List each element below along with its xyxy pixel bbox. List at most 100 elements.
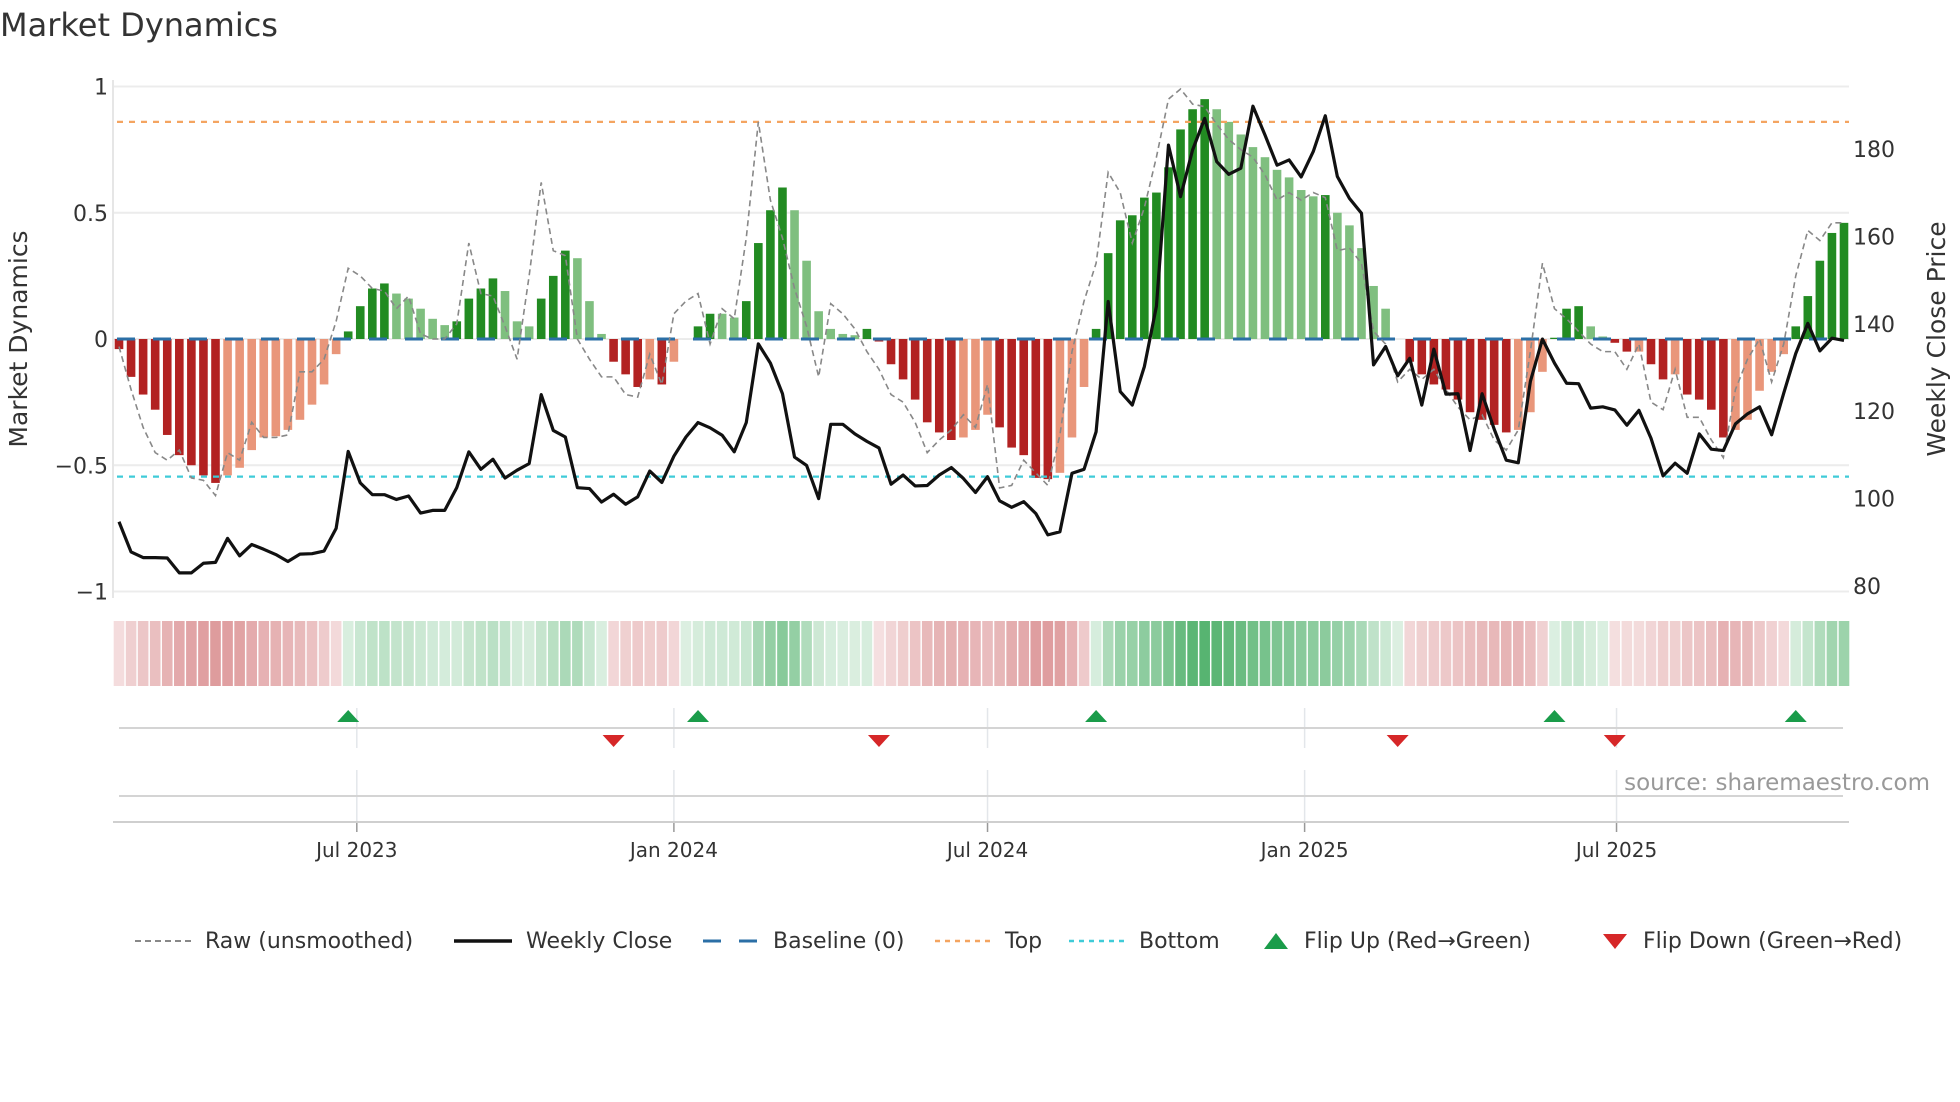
legend-flip-up: Flip Up (Red→Green) [1262, 926, 1531, 956]
heat-strip-cell [1585, 621, 1596, 686]
heat-strip-cell [535, 621, 547, 686]
heat-strip-cell [885, 621, 897, 686]
dynamics-bar [729, 317, 739, 339]
heat-strip-cell [1428, 621, 1440, 686]
dynamics-bar [910, 339, 920, 400]
heat-strip-cell [1814, 621, 1826, 686]
dynamics-bar [1284, 177, 1294, 339]
dynamics-bar [561, 250, 570, 339]
heat-strip-cell [391, 621, 402, 686]
dynamics-bar [380, 283, 389, 339]
dynamics-bar [500, 291, 510, 339]
dynamics-bar [1514, 339, 1523, 430]
flip-down-marker [867, 735, 890, 747]
dynamics-bar [548, 275, 558, 339]
heat-strip-cell [1235, 621, 1247, 686]
dynamics-bar [138, 339, 148, 395]
dynamics-bar [1562, 308, 1571, 339]
heat-strip-cell [1657, 621, 1669, 686]
dynamics-bar [669, 339, 679, 362]
heat-strip-cell [692, 621, 704, 686]
heat-strip-cell [1416, 621, 1428, 686]
heat-strip-cell [584, 621, 595, 686]
heat-strip-cell [946, 621, 957, 686]
dynamics-bar [392, 293, 401, 339]
dashed-gray-line-icon [135, 940, 191, 942]
flip-down-marker [1603, 735, 1626, 747]
dynamics-bar [693, 326, 703, 339]
dynamics-bar [1731, 339, 1740, 430]
heat-strip-cell [849, 621, 861, 686]
dynamics-bar [922, 339, 932, 423]
x-tick-label: Jul 2024 [945, 838, 1028, 862]
gridlines [112, 80, 1849, 822]
heat-strip-cell [1380, 621, 1391, 686]
dotted-orange-line-icon [935, 939, 991, 943]
flip-up-marker [1784, 710, 1807, 722]
heat-strip-cell [813, 621, 824, 686]
x-tick-label: Jan 2024 [628, 838, 718, 862]
heat-strip-cell [1163, 621, 1174, 686]
heat-strip-cell [403, 621, 414, 686]
heat-strip-cell [523, 621, 535, 686]
y2-tick-label: 80 [1853, 575, 1881, 600]
heat-strip-cell [294, 621, 306, 686]
heat-strip-cell [994, 621, 1005, 686]
heat-strip-cell [1730, 621, 1741, 686]
dynamics-bar [1489, 339, 1499, 425]
dynamics-bar [1417, 339, 1427, 375]
heat-strip-cell [330, 621, 342, 686]
dynamics-bar [355, 306, 365, 339]
heat-strip-cell [1368, 621, 1379, 686]
heat-strip-cell [1537, 621, 1548, 686]
heat-strip-cell [608, 621, 619, 686]
flip-down-marker [1386, 735, 1409, 747]
dynamics-bar [512, 321, 522, 339]
heat-strip-cell [1754, 621, 1765, 686]
dynamics-bar [271, 339, 281, 437]
axes: Jul 2023 Jan 2024 Jul 2024 Jan 2025 Jul 2025… [55, 76, 1895, 863]
dynamics-bar [633, 339, 643, 387]
dynamics-bar [1755, 339, 1764, 391]
heat-strip-cell [740, 621, 752, 686]
heat-strip-cell [560, 621, 571, 686]
heat-strip-cell [825, 621, 837, 686]
heat-strip-cell [547, 621, 559, 686]
heat-strip-cell [728, 621, 740, 686]
heat-strip-cell [668, 621, 680, 686]
dynamics-bar [766, 210, 775, 339]
heat-strip-cell [1307, 621, 1319, 686]
heat-strip-cell [258, 621, 270, 686]
dynamics-bar [1345, 225, 1354, 339]
heat-strip-cell [873, 621, 885, 686]
flip-up-marker [687, 710, 710, 722]
dynamics-bar [1839, 222, 1849, 339]
heat-strip-cell [1018, 621, 1030, 686]
dynamics-bar [1224, 121, 1234, 339]
level-lines [117, 120, 1849, 478]
dynamics-bar [1019, 339, 1029, 456]
dynamics-bar [862, 328, 872, 339]
dotted-cyan-line-icon [1069, 939, 1125, 943]
y-tick-label: 0 [94, 328, 108, 353]
dynamics-bar [150, 339, 160, 410]
heat-strip-cell [282, 621, 294, 686]
heat-strip [113, 621, 1850, 686]
dynamics-bar [1465, 339, 1475, 413]
heat-strip-cell [1561, 621, 1572, 686]
heat-strip-cell [367, 621, 378, 686]
heat-strip-cell [1392, 621, 1403, 686]
heat-strip-cell [186, 621, 197, 686]
heat-strip-cell [1102, 621, 1114, 686]
dynamics-bar [464, 298, 474, 339]
heat-strip-cell [318, 621, 330, 686]
flip-down-marker [602, 735, 625, 747]
dynamics-bar [609, 339, 618, 362]
heat-strip-cell [161, 621, 173, 686]
dynamics-bar [1055, 339, 1065, 473]
heat-strip-cell [1573, 621, 1584, 686]
dynamics-bar [983, 339, 992, 415]
heat-strip-cell [1766, 621, 1777, 686]
heat-strip-cell [1259, 621, 1271, 686]
dynamics-bar [1333, 212, 1342, 339]
